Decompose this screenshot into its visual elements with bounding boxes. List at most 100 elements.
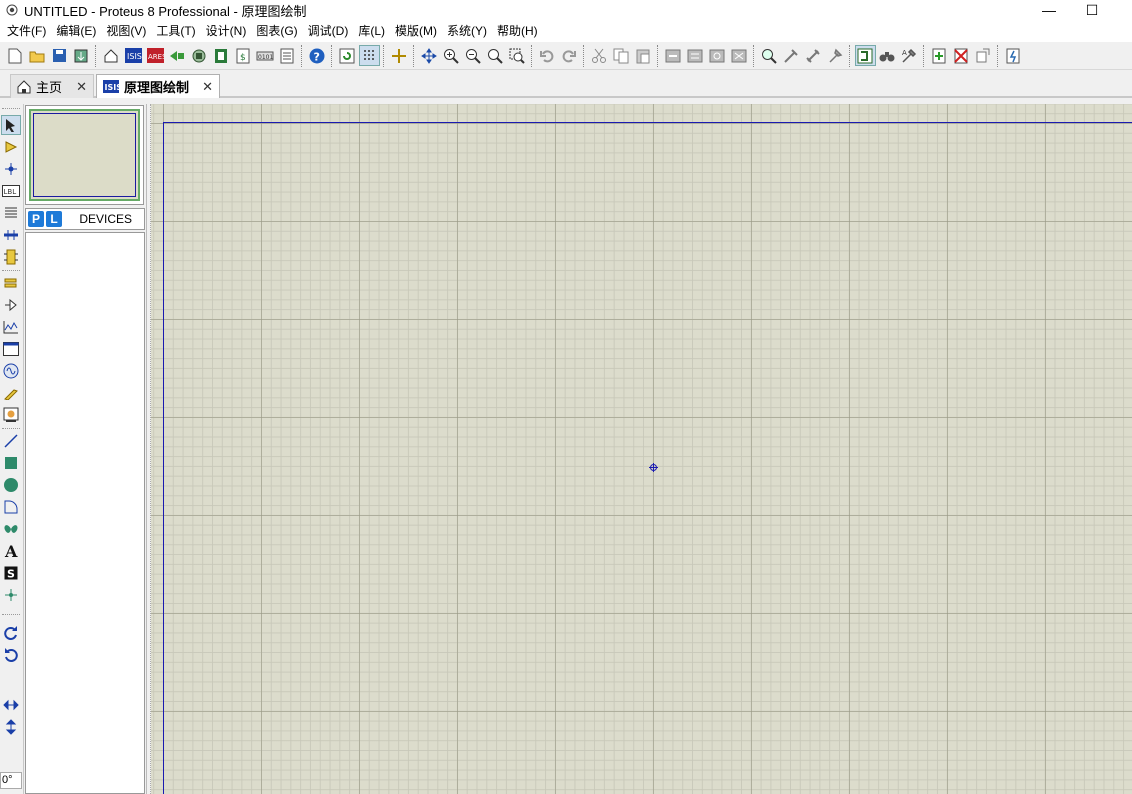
help-icon[interactable]: ?: [307, 45, 328, 66]
tape-recorder-icon[interactable]: [1, 339, 21, 359]
redo-icon[interactable]: [559, 45, 580, 66]
minimize-button[interactable]: —: [1026, 0, 1072, 20]
schematic-canvas[interactable]: [151, 104, 1132, 794]
symbol-tool-icon[interactable]: S: [1, 563, 21, 583]
import-icon[interactable]: [71, 45, 92, 66]
circle-tool-icon[interactable]: [1, 475, 21, 495]
bus-icon[interactable]: [1, 225, 21, 245]
library-manager-button[interactable]: L: [46, 211, 62, 227]
menu-template[interactable]: 模版(M): [390, 20, 442, 42]
svg-text:$: $: [240, 53, 246, 63]
svg-text:ISIS: ISIS: [105, 83, 120, 92]
path-tool-icon[interactable]: [1, 519, 21, 539]
menu-view[interactable]: 视图(V): [101, 20, 151, 42]
copy-icon[interactable]: [611, 45, 632, 66]
3d-viewer-icon[interactable]: [167, 45, 188, 66]
source-code-icon[interactable]: 0101: [255, 45, 276, 66]
menu-graph[interactable]: 图表(G): [251, 20, 302, 42]
new-file-icon[interactable]: [5, 45, 26, 66]
exit-parent-sheet-icon[interactable]: [973, 45, 994, 66]
tab-schematic-capture[interactable]: ISIS 原理图绘制 ✕: [96, 74, 220, 98]
cut-icon[interactable]: [589, 45, 610, 66]
menu-edit[interactable]: 编辑(E): [51, 20, 101, 42]
grid-toggle-icon[interactable]: [358, 45, 380, 66]
toolbar-separator: [383, 44, 385, 67]
remove-sheet-icon[interactable]: [951, 45, 972, 66]
subcircuit-icon[interactable]: [1, 247, 21, 267]
make-device-icon[interactable]: [781, 45, 802, 66]
gerber-icon[interactable]: [189, 45, 210, 66]
overview-window[interactable]: [25, 105, 144, 205]
graph-mode-icon[interactable]: [1, 317, 21, 337]
virtual-instruments-icon[interactable]: [1, 405, 21, 425]
menu-file[interactable]: 文件(F): [2, 20, 51, 42]
block-move-icon[interactable]: [685, 45, 706, 66]
menu-help[interactable]: 帮助(H): [492, 20, 543, 42]
zoom-area-icon[interactable]: [507, 45, 528, 66]
save-icon[interactable]: [49, 45, 70, 66]
tab-schematic-close-button[interactable]: ✕: [202, 79, 213, 95]
arc-tool-icon[interactable]: [1, 497, 21, 517]
component-mode-icon[interactable]: [1, 137, 21, 157]
mirror-horizontal-icon[interactable]: [1, 695, 21, 715]
generator-mode-icon[interactable]: [1, 361, 21, 381]
home-icon[interactable]: [101, 45, 122, 66]
device-pins-mode-icon[interactable]: [1, 295, 21, 315]
zoom-out-icon[interactable]: [463, 45, 484, 66]
device-list[interactable]: [25, 232, 145, 794]
toolbar-separator: [413, 44, 415, 67]
menu-design[interactable]: 设计(N): [201, 20, 252, 42]
packaging-tool-icon[interactable]: [803, 45, 824, 66]
line-tool-icon[interactable]: [1, 431, 21, 451]
rotate-anticlockwise-icon[interactable]: [1, 645, 21, 665]
wire-label-icon[interactable]: LBL: [1, 181, 21, 201]
bill-of-materials-icon[interactable]: $: [233, 45, 254, 66]
pick-devices-button[interactable]: P: [28, 211, 44, 227]
block-delete-icon[interactable]: [729, 45, 750, 66]
property-assignment-icon[interactable]: A: [899, 45, 920, 66]
block-rotate-icon[interactable]: [707, 45, 728, 66]
pick-device-icon[interactable]: [759, 45, 780, 66]
open-folder-icon[interactable]: [27, 45, 48, 66]
design-explorer-icon[interactable]: [211, 45, 232, 66]
wire-autorouter-icon[interactable]: [854, 45, 876, 66]
menu-tools[interactable]: 工具(T): [151, 20, 200, 42]
pcb-layout-icon[interactable]: ARES: [145, 45, 166, 66]
tab-home-close-button[interactable]: ✕: [76, 79, 87, 95]
notes-icon[interactable]: [277, 45, 298, 66]
paste-icon[interactable]: [633, 45, 654, 66]
zoom-all-icon[interactable]: [485, 45, 506, 66]
voltage-probe-icon[interactable]: [1, 383, 21, 403]
rotation-angle-field[interactable]: 0°: [0, 772, 22, 789]
marker-tool-icon[interactable]: [1, 585, 21, 605]
maximize-button[interactable]: ☐: [1069, 0, 1115, 20]
home-icon: [17, 79, 31, 94]
zoom-in-icon[interactable]: [441, 45, 462, 66]
schematic-icon[interactable]: ISIS: [123, 45, 144, 66]
menu-system[interactable]: 系统(Y): [442, 20, 492, 42]
new-sheet-icon[interactable]: [929, 45, 950, 66]
undo-icon[interactable]: [537, 45, 558, 66]
tab-home[interactable]: 主页 ✕: [10, 74, 94, 98]
search-tag-icon[interactable]: [877, 45, 898, 66]
refresh-icon[interactable]: [337, 45, 358, 66]
menu-debug[interactable]: 调试(D): [303, 20, 354, 42]
selection-mode-icon[interactable]: [1, 115, 21, 135]
block-copy-icon[interactable]: [663, 45, 684, 66]
pan-icon[interactable]: [419, 45, 440, 66]
electrical-rule-check-icon[interactable]: [1003, 45, 1024, 66]
decompose-icon[interactable]: [825, 45, 846, 66]
text-script-icon[interactable]: [1, 203, 21, 223]
text-tool-icon[interactable]: A: [1, 541, 21, 561]
mirror-vertical-icon[interactable]: [1, 717, 21, 737]
box-tool-icon[interactable]: [1, 453, 21, 473]
proteus-app-icon: [4, 2, 20, 18]
svg-text:0101: 0101: [258, 54, 273, 61]
main-toolbar: ISIS ARES $ 0101 ? A: [0, 42, 1132, 70]
tab-home-label: 主页: [36, 80, 63, 95]
rotate-clockwise-icon[interactable]: [1, 623, 21, 643]
terminals-mode-icon[interactable]: [1, 273, 21, 293]
menu-library[interactable]: 库(L): [353, 20, 390, 42]
junction-dot-icon[interactable]: [1, 159, 21, 179]
origin-icon[interactable]: [389, 45, 410, 66]
